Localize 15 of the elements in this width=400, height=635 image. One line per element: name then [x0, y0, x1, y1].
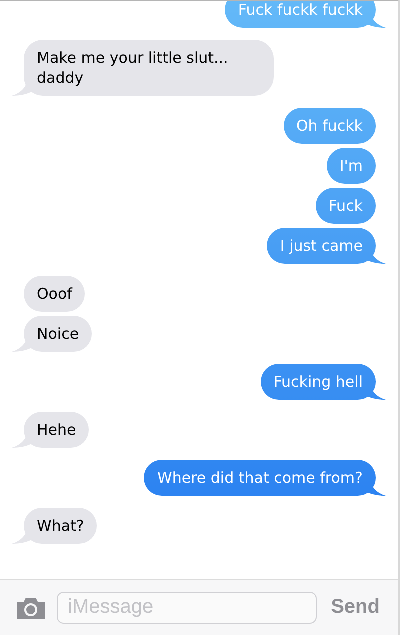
message-text: Oh fuckk: [296, 117, 363, 135]
camera-icon[interactable]: [15, 596, 47, 620]
message-text: Fucking hell: [274, 373, 363, 391]
message-text: Ooof: [37, 285, 72, 303]
message-text: Fuck fuckk fuckk: [238, 1, 363, 19]
message-text: What?: [37, 517, 84, 535]
message-text: Noice: [37, 325, 80, 343]
message-text: Fuck: [328, 197, 363, 215]
message-text: I'm: [340, 157, 363, 175]
send-button[interactable]: Send: [327, 596, 384, 619]
message-field[interactable]: iMessage: [57, 592, 318, 624]
message-text: Where did that come from?: [157, 469, 363, 487]
message-text: I just came: [280, 237, 363, 255]
message-text: Make me your little slut... daddy: [37, 49, 228, 87]
message-text: Hehe: [37, 421, 76, 439]
